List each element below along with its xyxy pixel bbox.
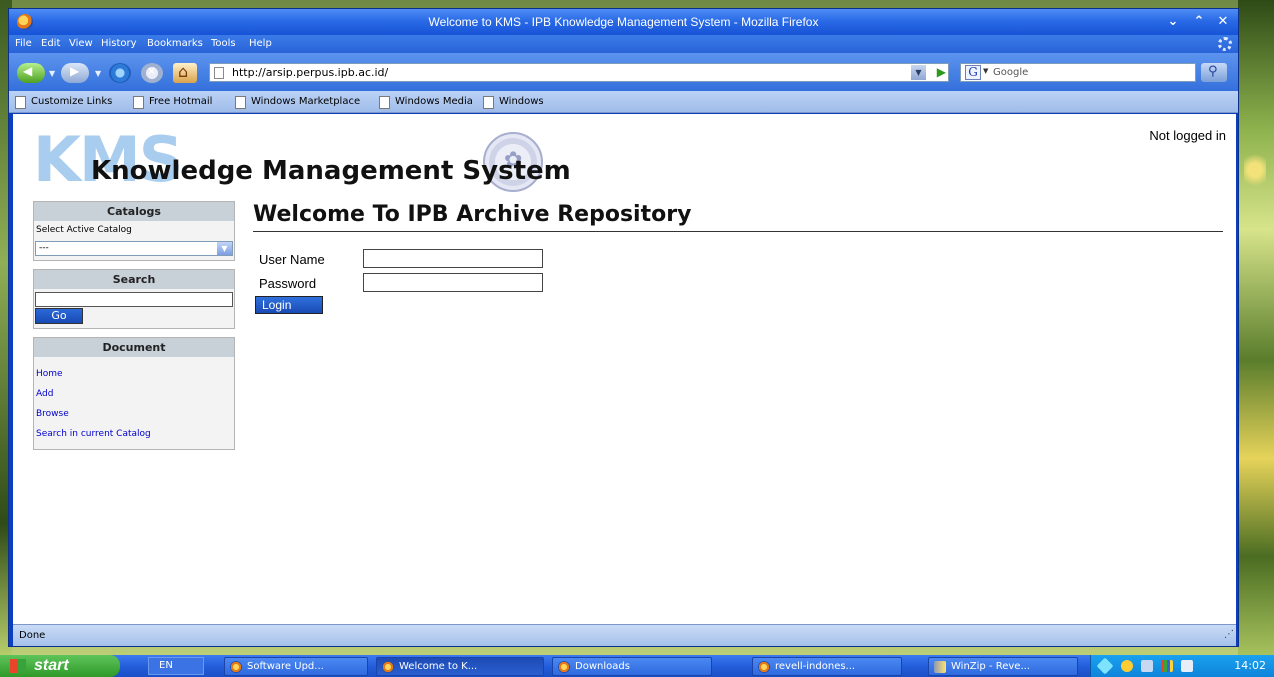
- search-go-button[interactable]: Go: [35, 308, 83, 324]
- title-bar[interactable]: Welcome to KMS - IPB Knowledge Managemen…: [9, 9, 1238, 35]
- kms-logo: KMS Knowledge Management System: [33, 129, 593, 192]
- document-box: Document Home Add Browse Search in curre…: [33, 337, 235, 450]
- stop-button[interactable]: [141, 63, 163, 83]
- windows-messenger-icon[interactable]: [1161, 660, 1173, 672]
- login-button[interactable]: Login: [255, 296, 323, 314]
- firefox-icon: [558, 661, 570, 673]
- catalog-label: Select Active Catalog: [36, 225, 132, 235]
- window-title: Welcome to KMS - IPB Knowledge Managemen…: [428, 15, 819, 29]
- document-heading: Document: [34, 338, 234, 357]
- sidebar: Catalogs Select Active Catalog --- ▼ Sea…: [33, 201, 235, 458]
- username-row: User Name: [253, 248, 1223, 270]
- taskbar: start EN Software Upd... Welcome to K...…: [0, 655, 1274, 677]
- menu-edit[interactable]: Edit: [41, 38, 60, 49]
- winzip-icon: [934, 661, 946, 673]
- bookmark-windows[interactable]: Windows: [483, 96, 544, 109]
- windows-flag-icon: [10, 659, 26, 673]
- doc-link-add[interactable]: Add: [35, 385, 233, 405]
- status-bar: Done ⋰: [13, 624, 1236, 646]
- system-tray: 14:02: [1090, 655, 1274, 677]
- forward-button[interactable]: [61, 63, 89, 83]
- bookmark-page-icon: [15, 96, 26, 109]
- menu-view[interactable]: View: [69, 38, 93, 49]
- menu-tools[interactable]: Tools: [211, 38, 236, 49]
- bookmark-customize-links[interactable]: Customize Links: [15, 96, 112, 109]
- username-input[interactable]: [363, 249, 543, 268]
- bookmarks-toolbar: Customize Links Free Hotmail Windows Mar…: [9, 91, 1238, 113]
- search-box: Search Go: [33, 269, 235, 329]
- bookmark-page-icon: [235, 96, 246, 109]
- back-history-dropdown-icon[interactable]: ▼: [49, 69, 55, 78]
- language-indicator[interactable]: EN: [148, 657, 204, 675]
- search-heading: Search: [34, 270, 234, 289]
- task-revell[interactable]: revell-indones...: [752, 657, 902, 676]
- security-shield-icon[interactable]: [1121, 660, 1133, 672]
- catalogs-heading: Catalogs: [34, 202, 234, 221]
- bookmark-page-icon: [483, 96, 494, 109]
- bookmark-windows-marketplace[interactable]: Windows Marketplace: [235, 96, 360, 109]
- search-engine-dropdown-icon[interactable]: ▼: [983, 67, 988, 75]
- usb-icon[interactable]: [1141, 660, 1153, 672]
- status-text: Done: [19, 630, 46, 641]
- network-icon[interactable]: [1096, 657, 1114, 675]
- password-label: Password: [259, 276, 317, 291]
- resize-grip-icon[interactable]: ⋰: [1224, 629, 1234, 640]
- navigation-toolbar: ▼ ▼ http://arsip.perpus.ipb.ac.id/ ▼ ▶ G…: [9, 53, 1238, 91]
- search-engine-placeholder: Google: [993, 67, 1029, 78]
- page-icon: [214, 67, 224, 79]
- password-input[interactable]: [363, 273, 543, 292]
- forward-history-dropdown-icon[interactable]: ▼: [95, 69, 101, 78]
- bookmark-page-icon: [133, 96, 144, 109]
- google-icon[interactable]: G: [965, 65, 981, 80]
- doc-link-browse[interactable]: Browse: [35, 405, 233, 425]
- menu-bookmarks[interactable]: Bookmarks: [147, 38, 203, 49]
- logo-title: Knowledge Management System: [91, 156, 571, 186]
- page-content: KMS Knowledge Management System Not logg…: [13, 114, 1236, 624]
- password-row: Password: [253, 272, 1223, 294]
- menu-help[interactable]: Help: [249, 38, 272, 49]
- catalogs-box: Catalogs Select Active Catalog --- ▼: [33, 201, 235, 261]
- volume-icon[interactable]: [1181, 660, 1193, 672]
- go-arrow-icon[interactable]: ▶: [937, 65, 946, 79]
- menu-history[interactable]: History: [101, 38, 137, 49]
- task-software-update[interactable]: Software Upd...: [224, 657, 368, 676]
- address-input[interactable]: http://arsip.perpus.ipb.ac.id/: [232, 66, 388, 79]
- firefox-window: Welcome to KMS - IPB Knowledge Managemen…: [8, 8, 1239, 647]
- task-downloads[interactable]: Downloads: [552, 657, 712, 676]
- page-title: Welcome To IPB Archive Repository: [253, 202, 1223, 232]
- search-input[interactable]: [35, 292, 233, 307]
- search-bar[interactable]: G ▼ Google: [960, 63, 1196, 82]
- firefox-icon: [758, 661, 770, 673]
- firefox-icon: [382, 661, 394, 673]
- bookmark-page-icon: [379, 96, 390, 109]
- desktop-background-right: [1238, 0, 1274, 655]
- task-winzip[interactable]: WinZip - Reve...: [928, 657, 1078, 676]
- bookmark-windows-media[interactable]: Windows Media: [379, 96, 473, 109]
- menu-bar: File Edit View History Bookmarks Tools H…: [9, 35, 1238, 53]
- maximize-button[interactable]: ⌃: [1190, 13, 1208, 31]
- chevron-down-icon[interactable]: ▼: [217, 242, 232, 255]
- start-button[interactable]: start: [0, 655, 120, 677]
- login-status: Not logged in: [1149, 128, 1226, 143]
- reload-button[interactable]: [109, 63, 131, 83]
- address-bar[interactable]: http://arsip.perpus.ipb.ac.id/ ▼ ▶: [209, 63, 949, 82]
- search-go-button[interactable]: [1201, 63, 1227, 82]
- clock: 14:02: [1234, 659, 1266, 672]
- username-label: User Name: [259, 252, 325, 267]
- bookmark-free-hotmail[interactable]: Free Hotmail: [133, 96, 212, 109]
- close-button[interactable]: ✕: [1214, 13, 1232, 31]
- doc-link-search-catalog[interactable]: Search in current Catalog: [35, 425, 233, 445]
- catalog-select[interactable]: --- ▼: [35, 241, 233, 256]
- task-welcome-kms[interactable]: Welcome to K...: [376, 657, 544, 676]
- doc-link-home[interactable]: Home: [35, 365, 233, 385]
- address-dropdown-icon[interactable]: ▼: [911, 65, 926, 80]
- back-button[interactable]: [17, 63, 45, 83]
- home-button[interactable]: [173, 62, 197, 83]
- firefox-icon: [230, 661, 242, 673]
- catalog-selected-value: ---: [39, 243, 49, 253]
- menu-file[interactable]: File: [15, 38, 32, 49]
- throbber-icon: [1218, 37, 1232, 51]
- minimize-button[interactable]: ⌄: [1164, 13, 1182, 31]
- main-panel: Welcome To IPB Archive Repository User N…: [253, 202, 1223, 314]
